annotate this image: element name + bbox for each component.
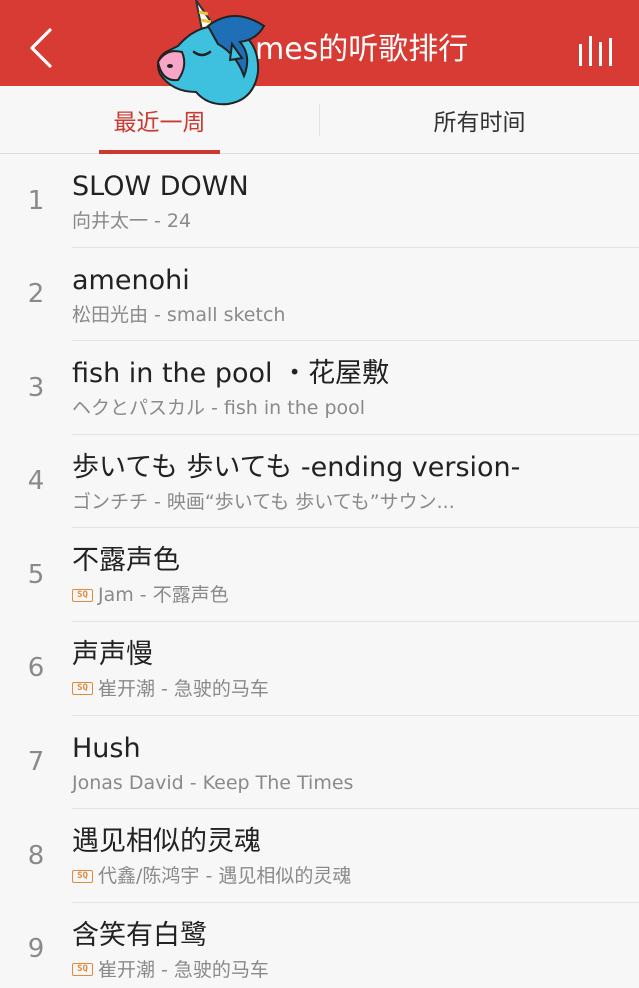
tab-label: 最近一周 <box>113 110 206 136</box>
artist-album: Jonas David - Keep The Times <box>72 771 353 795</box>
song-row[interactable]: 3 fish in the pool ・花屋敷ヘクとパスカル - fish in … <box>0 341 639 435</box>
artist-album-text: Jam - 不露声色 <box>98 584 229 607</box>
top-bar: mes的听歌排行 <box>0 10 639 86</box>
song-row[interactable]: 2 amenohi 松田光由 - small sketch <box>0 248 639 342</box>
page-title: mes的听歌排行 <box>255 32 469 67</box>
artist-album: ヘクとパスカル - fish in the pool <box>72 396 365 420</box>
rank-number: 4 <box>27 466 45 497</box>
rank-number: 3 <box>27 372 45 403</box>
rank-number: 5 <box>27 559 45 590</box>
unicorn-sticker-icon <box>156 0 266 106</box>
song-row[interactable]: 9 含笑有白鹭 SQ 崔开潮 - 急驶的马车 <box>0 903 639 988</box>
song-title: 不露声色 <box>72 545 180 577</box>
song-row[interactable]: 8 遇见相似的灵魂 SQ 代鑫/陈鸿宇 - 遇见相似的灵魂 <box>0 809 639 903</box>
sq-quality-badge: SQ <box>72 963 93 977</box>
artist-album-text: 崔开潮 - 急驶的马车 <box>98 958 269 981</box>
song-title: SLOW DOWN <box>72 171 249 202</box>
rank-number: 9 <box>27 934 45 965</box>
rank-number: 1 <box>27 185 45 216</box>
chevron-left-icon <box>30 28 52 68</box>
song-row[interactable]: 1 SLOW DOWN 向井太一 - 24 <box>0 154 639 248</box>
artist-album-text: ヘクとパスカル - fish in the pool <box>72 397 366 420</box>
song-row[interactable]: 6 声声慢 SQ 崔开潮 - 急驶的马车 <box>0 622 639 716</box>
song-title: fish in the pool ・花屋敷 <box>72 358 390 390</box>
sq-quality-badge: SQ <box>72 588 93 602</box>
song-ranking-list: 1 SLOW DOWN 向井太一 - 24 2 amenohi 松田光由 - small … <box>0 154 639 988</box>
artist-album: ゴンチチ - 映画“歩いても 歩いても”サウン... <box>72 490 455 514</box>
song-title: Hush <box>72 732 141 764</box>
song-title: 歩いても 歩いても -ending version- <box>72 451 521 483</box>
artist-album: SQ Jam - 不露声色 <box>72 583 229 607</box>
rank-number: 6 <box>27 653 45 684</box>
song-title: 含笑有白鹭 <box>72 919 207 951</box>
artist-album-text: Jonas David - Keep The Times <box>72 771 354 794</box>
artist-album-text: 代鑫/陈鸿宇 - 遇见相似的灵魂 <box>98 865 352 888</box>
song-title: amenohi <box>72 264 190 296</box>
song-row[interactable]: 7 Hush Jonas David - Keep The Times <box>0 716 639 810</box>
now-playing-button[interactable] <box>575 34 619 66</box>
artist-album: SQ 崔开潮 - 急驶的马车 <box>72 677 269 701</box>
artist-album: 向井太一 - 24 <box>72 209 191 233</box>
rank-number: 2 <box>27 279 45 310</box>
song-row[interactable]: 4 歩いても 歩いても -ending version- ゴンチチ - 映画“歩いて… <box>0 435 639 529</box>
artist-album: SQ 代鑫/陈鸿宇 - 遇见相似的灵魂 <box>72 864 351 888</box>
status-bar <box>0 0 639 10</box>
artist-album: 松田光由 - small sketch <box>72 303 285 327</box>
back-button[interactable] <box>26 26 58 70</box>
artist-album-text: ゴンチチ - 映画“歩いても 歩いても”サウン... <box>72 490 455 513</box>
sq-quality-badge: SQ <box>72 869 93 883</box>
tab-all-time[interactable]: 所有时间 <box>320 86 639 154</box>
sq-quality-badge: SQ <box>72 682 93 696</box>
now-playing-bars-icon <box>579 36 612 66</box>
artist-album-text: 松田光由 - small sketch <box>72 303 286 326</box>
rank-number: 7 <box>27 747 45 778</box>
artist-album-text: 崔开潮 - 急驶的马车 <box>98 677 269 700</box>
rank-number: 8 <box>27 840 45 871</box>
tab-bar: 最近一周 所有时间 <box>0 86 639 154</box>
tab-label: 所有时间 <box>433 110 526 136</box>
artist-album-text: 向井太一 - 24 <box>72 210 192 232</box>
song-title: 声声慢 <box>72 638 153 670</box>
song-title: 遇见相似的灵魂 <box>72 826 261 858</box>
artist-album: SQ 崔开潮 - 急驶的马车 <box>72 958 269 982</box>
song-row[interactable]: 5 不露声色 SQ Jam - 不露声色 <box>0 528 639 622</box>
